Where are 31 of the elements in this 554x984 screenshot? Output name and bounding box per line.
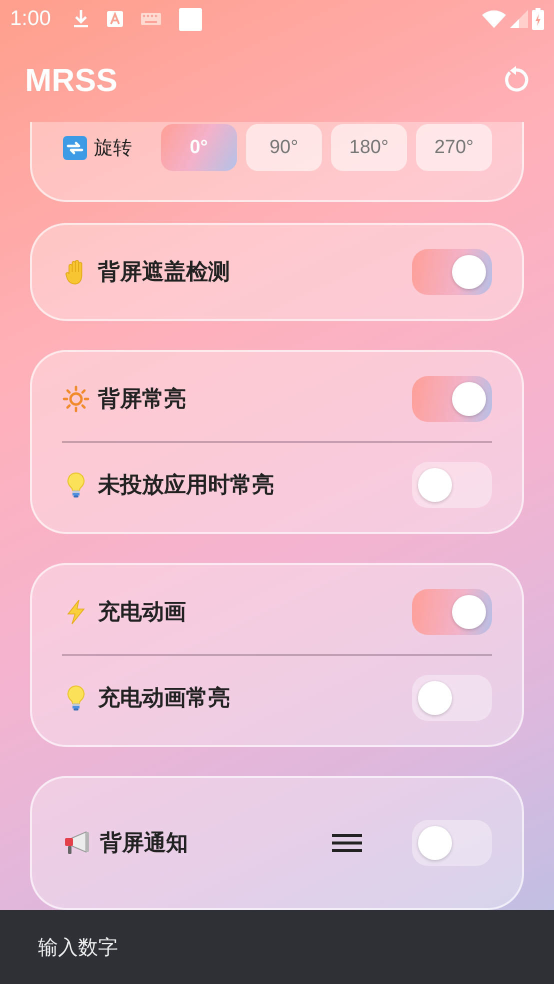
font-icon [106, 11, 123, 27]
setting-label: 未投放应用时常亮 [98, 471, 275, 499]
megaphone-icon [62, 829, 92, 857]
app-title: MRSS [25, 62, 118, 98]
toggle-switch[interactable] [412, 589, 492, 635]
square-icon [178, 8, 202, 30]
setting-label: 充电动画常亮 [98, 684, 231, 712]
toggle-switch[interactable] [412, 820, 492, 866]
setting-label: 背屏常亮 [98, 385, 187, 413]
status-time: 1:00 [10, 7, 51, 31]
rotation-option[interactable]: 270° [416, 124, 492, 171]
sun-icon [62, 385, 90, 413]
toggle-switch[interactable] [412, 462, 492, 508]
rotation-label: 旋转 [94, 136, 132, 160]
rotate-icon [62, 134, 88, 160]
refresh-button[interactable] [502, 66, 530, 94]
wifi-icon [482, 10, 506, 28]
toggle-switch[interactable] [412, 249, 492, 295]
keyboard-icon [140, 13, 161, 25]
battery-icon [532, 8, 544, 30]
setting-label: 充电动画 [98, 598, 187, 626]
toast-message: 输入数字 [38, 936, 118, 960]
setting-label: 背屏遮盖检测 [98, 258, 231, 286]
signal-icon [510, 10, 528, 28]
rotation-option[interactable]: 180° [330, 124, 407, 171]
rotation-option[interactable]: 90° [246, 124, 322, 171]
menu-icon[interactable] [332, 833, 362, 853]
toggle-switch[interactable] [412, 675, 492, 721]
download-icon [72, 9, 89, 29]
setting-label: 背屏通知 [100, 829, 189, 857]
toggle-switch[interactable] [412, 376, 492, 422]
